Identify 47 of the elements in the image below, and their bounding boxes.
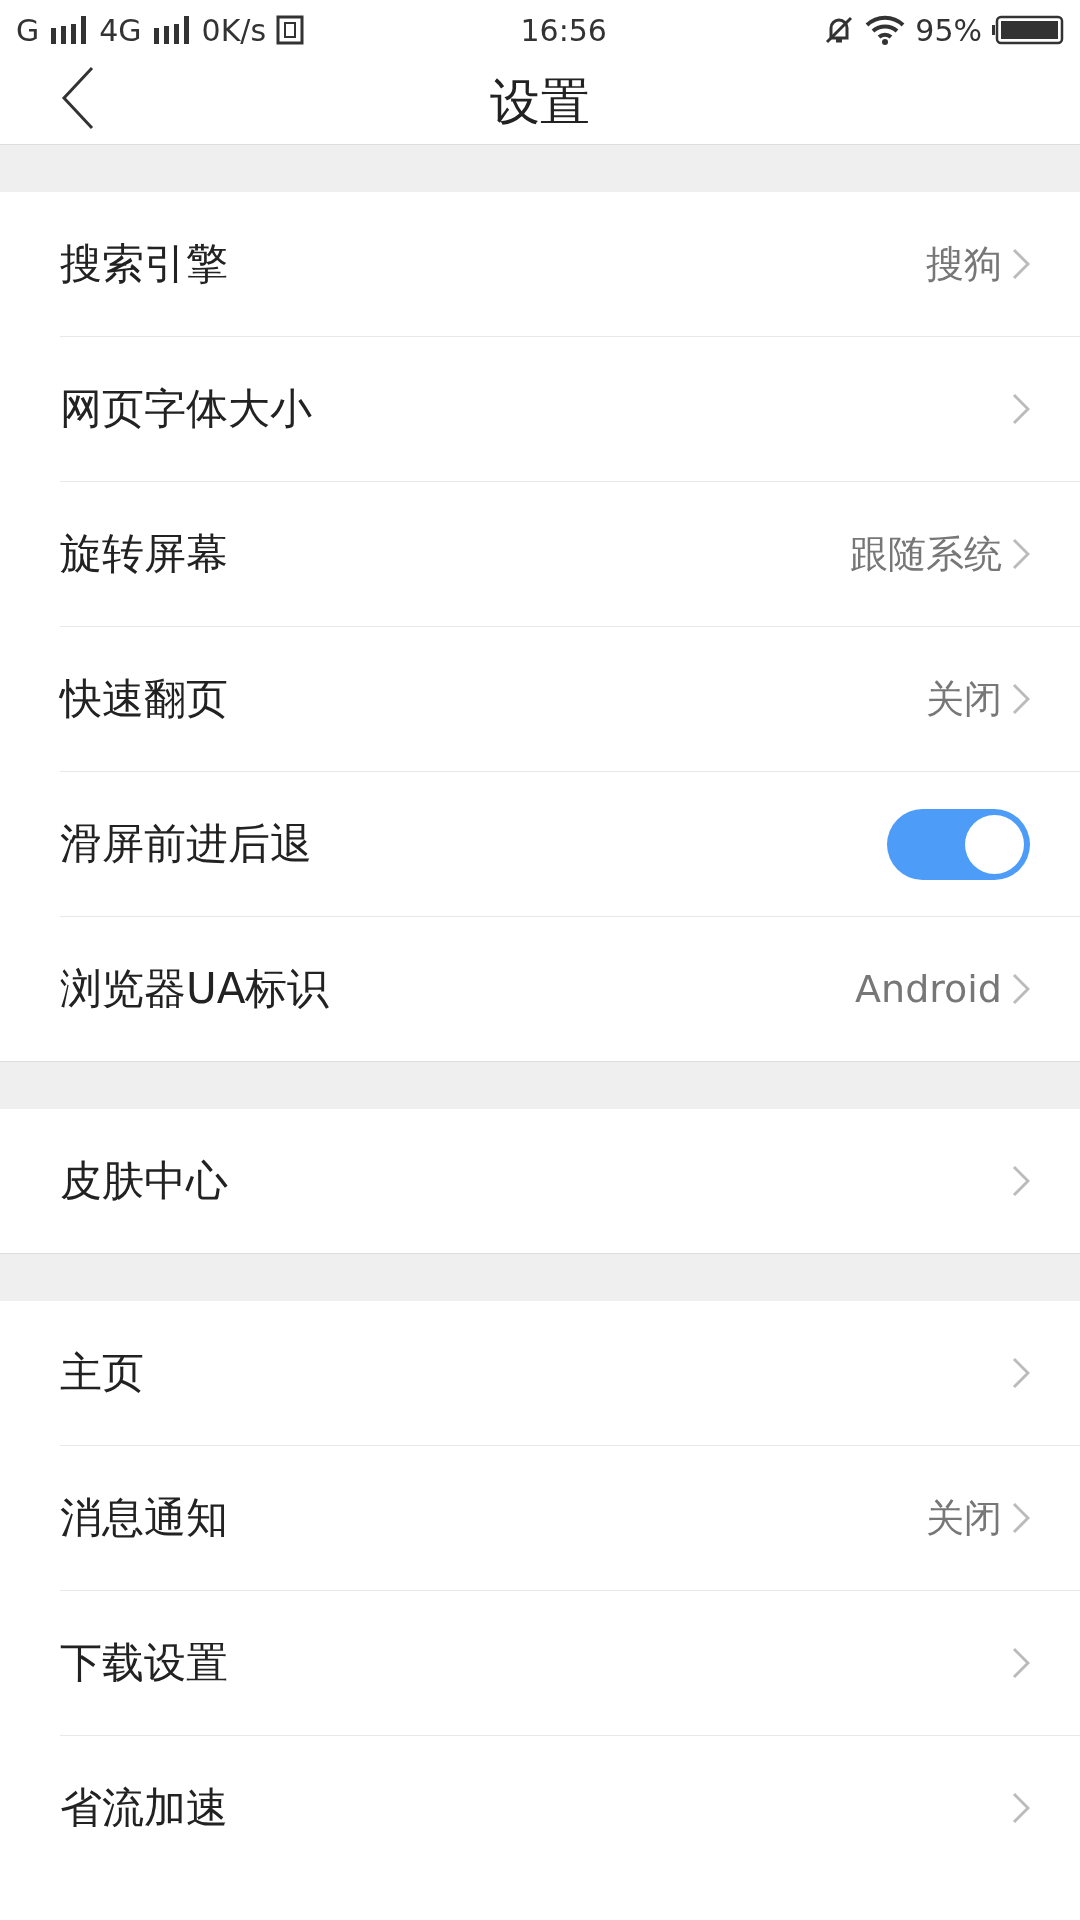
chevron-right-icon xyxy=(1012,973,1030,1005)
settings-row[interactable]: 快速翻页 关闭 xyxy=(60,627,1080,772)
setting-value: 搜狗 xyxy=(926,240,1002,288)
chevron-right-icon xyxy=(1012,1647,1030,1679)
chevron-right-icon xyxy=(1012,393,1030,425)
settings-row[interactable]: 搜索引擎 搜狗 xyxy=(60,192,1080,337)
settings-row[interactable]: 主页 xyxy=(60,1301,1080,1446)
setting-label: 消息通知 xyxy=(60,1492,229,1544)
settings-row[interactable]: 省流加速 xyxy=(60,1736,1080,1880)
sim-card-icon xyxy=(276,15,305,45)
setting-label: 主页 xyxy=(60,1347,145,1399)
chevron-right-icon xyxy=(1012,248,1030,280)
setting-value: 关闭 xyxy=(926,675,1002,723)
chevron-right-icon xyxy=(1012,1357,1030,1389)
settings-row[interactable]: 旋转屏幕 跟随系统 xyxy=(60,482,1080,627)
page-title: 设置 xyxy=(490,71,590,133)
settings-row[interactable]: 网页字体大小 xyxy=(60,337,1080,482)
battery-icon xyxy=(992,15,1064,45)
setting-label: 下载设置 xyxy=(60,1637,229,1689)
setting-label: 搜索引擎 xyxy=(60,238,229,290)
network-type: 4G xyxy=(99,12,142,48)
setting-label: 皮肤中心 xyxy=(60,1155,229,1207)
wifi-icon xyxy=(865,15,906,45)
setting-value: 关闭 xyxy=(926,1494,1002,1542)
battery-level: 95% xyxy=(915,12,982,48)
settings-row[interactable]: 消息通知 关闭 xyxy=(60,1446,1080,1591)
chevron-right-icon xyxy=(1012,683,1030,715)
setting-label: 省流加速 xyxy=(60,1782,229,1834)
setting-value: Android xyxy=(855,967,1002,1011)
setting-label: 滑屏前进后退 xyxy=(60,818,313,870)
settings-row[interactable]: 皮肤中心 xyxy=(60,1109,1080,1253)
settings-row[interactable]: 浏览器UA标识 Android xyxy=(60,917,1080,1061)
status-time: 16:56 xyxy=(520,12,607,48)
setting-label: 网页字体大小 xyxy=(60,383,313,435)
signal-icon xyxy=(151,16,192,44)
setting-label: 快速翻页 xyxy=(60,673,229,725)
settings-row[interactable]: 下载设置 xyxy=(60,1591,1080,1736)
chevron-right-icon xyxy=(1012,1502,1030,1534)
chevron-right-icon xyxy=(1012,1792,1030,1824)
chevron-right-icon xyxy=(1012,538,1030,570)
network-speed: 0K/s xyxy=(201,12,267,48)
settings-row[interactable]: 滑屏前进后退 xyxy=(60,772,1080,917)
chevron-right-icon xyxy=(1012,1165,1030,1197)
setting-label: 浏览器UA标识 xyxy=(60,963,331,1015)
network-type: G xyxy=(16,12,40,48)
setting-label: 旋转屏幕 xyxy=(60,528,229,580)
setting-value: 跟随系统 xyxy=(850,530,1002,578)
